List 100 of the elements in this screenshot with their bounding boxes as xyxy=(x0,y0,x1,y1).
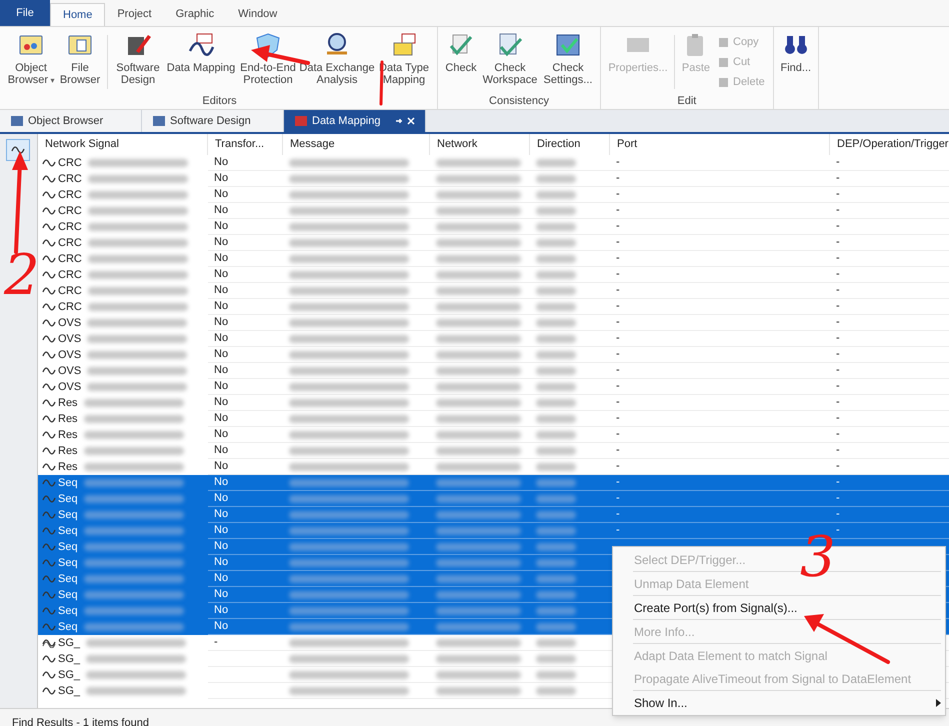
wave-icon xyxy=(42,494,56,504)
wave-icon xyxy=(42,366,56,376)
table-cell-text: - xyxy=(616,315,620,330)
table-row[interactable]: Seq No - - xyxy=(38,507,949,523)
table-cell-text: No xyxy=(214,507,228,522)
ribbon-button[interactable]: Object Browser ▾ xyxy=(6,31,56,93)
table-row[interactable]: CRC No - - xyxy=(38,187,949,203)
wave-icon xyxy=(42,222,56,232)
table-cell-text: - xyxy=(616,219,620,234)
ribbon-tab[interactable]: Window xyxy=(226,3,290,26)
table-row[interactable]: CRC No - - xyxy=(38,155,949,171)
menu-item[interactable]: Show In... xyxy=(613,691,945,714)
table-row[interactable]: Seq No - - xyxy=(38,491,949,507)
table-cell-text: - xyxy=(616,331,620,346)
redacted-text xyxy=(536,190,576,198)
table-cell-text: - xyxy=(836,395,840,410)
close-icon[interactable] xyxy=(407,117,415,125)
table-cell-text: - xyxy=(616,299,620,314)
redacted-text xyxy=(536,622,576,630)
ribbon-button[interactable]: Check xyxy=(442,31,480,93)
wave-icon xyxy=(42,350,56,360)
wave-icon xyxy=(42,238,56,248)
wave-icon xyxy=(42,334,56,344)
table-cell-text: Res xyxy=(57,396,79,411)
table-row[interactable]: Seq No - - xyxy=(38,475,949,491)
wave-icon xyxy=(42,510,56,520)
table-cell-text: No xyxy=(214,571,228,586)
table-row[interactable]: CRC No - - xyxy=(38,251,949,267)
table-row[interactable]: Res No - - xyxy=(38,395,949,411)
document-tab[interactable]: Object Browser xyxy=(0,110,142,132)
ribbon-button[interactable]: Find... xyxy=(778,31,814,109)
redacted-text xyxy=(536,494,576,502)
redacted-text xyxy=(536,206,576,214)
redacted-text xyxy=(536,606,576,614)
table-cell-text: CRC xyxy=(57,220,83,235)
ribbon-button[interactable]: Data Mapping xyxy=(165,31,237,93)
table-row[interactable]: Res No - - xyxy=(38,443,949,459)
wave-icon xyxy=(187,31,215,59)
table-row[interactable]: CRC No - - xyxy=(38,203,949,219)
table-cell-text: No xyxy=(214,475,228,490)
table-cell-text: - xyxy=(836,171,840,186)
table-cell-text: CRC xyxy=(57,300,83,315)
table-row[interactable]: Res No - - xyxy=(38,411,949,427)
ribbon-button[interactable]: File Browser xyxy=(56,31,104,93)
table-cell-text: No xyxy=(214,427,228,442)
redacted-text xyxy=(536,158,576,166)
wave-icon xyxy=(42,270,56,280)
ribbon-tab[interactable]: Home xyxy=(50,3,106,26)
table-cell-text: - xyxy=(616,155,620,170)
table-row[interactable]: CRC No - - xyxy=(38,299,949,315)
wave-icon xyxy=(42,526,56,536)
redacted-text xyxy=(536,238,576,246)
table-cell-text: No xyxy=(214,459,228,474)
table-row[interactable]: CRC No - - xyxy=(38,219,949,235)
table-cell-text: CRC xyxy=(57,268,83,283)
redacted-text xyxy=(536,174,576,182)
table-row[interactable]: CRC No - - xyxy=(38,267,949,283)
table-row[interactable]: Res No - - xyxy=(38,427,949,443)
table-row[interactable]: CRC No - - xyxy=(38,283,949,299)
table-row[interactable]: OVS No - - xyxy=(38,331,949,347)
wave-icon xyxy=(42,622,56,632)
redacted-text xyxy=(536,574,576,582)
table-cell-text: No xyxy=(214,155,228,170)
table-row[interactable]: OVS No - - xyxy=(38,347,949,363)
caret-icon: ▾ xyxy=(48,76,54,85)
ribbon-tab[interactable]: Project xyxy=(105,3,164,26)
document-tab[interactable]: Data Mapping xyxy=(284,110,426,132)
wave-icon xyxy=(42,174,56,184)
ribbon-button[interactable]: Check Workspace xyxy=(480,31,540,93)
redacted-text xyxy=(536,222,576,230)
wave-icon xyxy=(42,190,56,200)
wave-icon xyxy=(42,430,56,440)
redacted-text xyxy=(536,270,576,278)
table-cell-text: - xyxy=(836,507,840,522)
table-row[interactable]: OVS No - - xyxy=(38,379,949,395)
ribbon-button[interactable]: Software Design xyxy=(111,31,165,93)
wave-icon xyxy=(42,558,56,568)
table-row[interactable]: OVS No - - xyxy=(38,363,949,379)
signal-view-button[interactable] xyxy=(6,139,30,161)
ribbon-tab[interactable]: Graphic xyxy=(164,3,226,26)
wave-icon xyxy=(42,446,56,456)
pin-icon[interactable] xyxy=(395,117,403,125)
ribbon-button[interactable]: Check Settings... xyxy=(540,31,596,93)
table-cell-text: - xyxy=(616,363,620,378)
table-cell-text: - xyxy=(616,411,620,426)
redacted-text xyxy=(536,670,576,678)
table-cell-text: SG_ xyxy=(57,684,82,699)
table-cell-text: SG_ xyxy=(57,636,82,651)
document-tab[interactable]: Software Design xyxy=(142,110,284,132)
table-cell-text: - xyxy=(616,267,620,282)
small-icon xyxy=(718,76,729,88)
table-cell-text: - xyxy=(616,187,620,202)
table-row[interactable]: OVS No - - xyxy=(38,315,949,331)
file-menu-button[interactable]: File xyxy=(0,0,50,26)
ribbon-button[interactable]: Data Exchange Analysis xyxy=(299,31,375,93)
table-row[interactable]: CRC No - - xyxy=(38,171,949,187)
table-row[interactable]: CRC No - - xyxy=(38,235,949,251)
wave-icon xyxy=(42,686,56,696)
table-cell-text: - xyxy=(616,491,620,506)
table-cell-text: No xyxy=(214,395,228,410)
